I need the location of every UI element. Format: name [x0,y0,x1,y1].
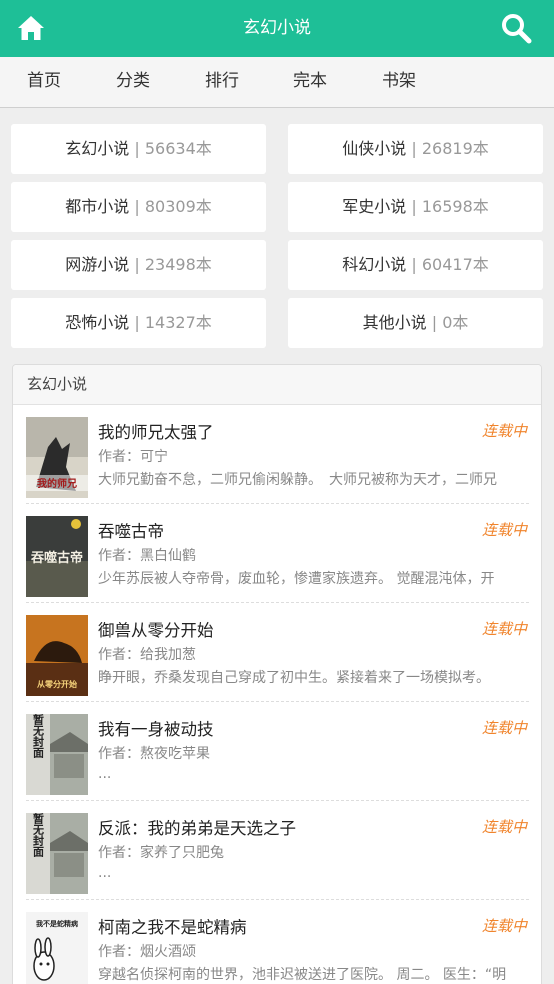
cover-title: 我不是蛇精病 [36,919,78,928]
cover-title: 暂无封面 [32,714,46,759]
section-title[interactable]: 玄幻小说 [13,365,541,405]
category-dushi[interactable]: 都市小说 | 80309本 [11,182,266,232]
book-title[interactable]: 柯南之我不是蛇精病 [98,914,247,938]
book-item[interactable]: 我不是蛇精病 柯南之我不是蛇精病 连载中 作者：烟火酒颂 穿越名侦探柯南的世界，… [26,900,529,984]
book-description: 少年苏辰被人夺帝骨，废血轮，惨遭家族遗弃。 觉醒混沌体，开 [98,571,495,587]
category-count: 23498本 [144,255,212,274]
category-count: 16598本 [421,197,489,216]
book-description: 穿越名侦探柯南的世界，池非迟被送进了医院。 周二。 医生：“明 [98,967,507,983]
book-title[interactable]: 吞噬古帝 [98,518,164,542]
nav-item-category[interactable]: 分类 [116,57,150,107]
category-separator: | [411,197,417,216]
search-icon[interactable] [500,12,532,44]
book-item[interactable]: 我的师兄 我的师兄太强了 连载中 作者：可宁 大师兄勤奋不怠，二师兄偷闲躲静。 … [26,405,529,504]
category-separator: | [134,197,140,216]
category-count: 14327本 [144,313,212,332]
book-description: 大师兄勤奋不怠，二师兄偷闲躲静。 大师兄被称为天才，二师兄 [98,472,497,488]
book-list-panel: 玄幻小说 我的师兄 我的师兄太强了 连载中 作者：可宁 大师兄勤奋不怠，二师兄偷… [12,364,542,984]
cover-title: 暂无封面 [32,813,46,858]
cover-title: 吞噬古帝 [31,550,83,566]
cover-title: 从零分开始 [37,679,77,689]
category-separator: | [134,139,140,158]
category-junshi[interactable]: 军史小说 | 16598本 [288,182,543,232]
category-kongbu[interactable]: 恐怖小说 | 14327本 [11,298,266,348]
book-author: 作者：可宁 [98,449,168,465]
book-author: 作者：给我加葱 [98,647,196,663]
category-name: 玄幻小说 [65,139,130,158]
category-xianxia[interactable]: 仙侠小说 | 26819本 [288,124,543,174]
book-title[interactable]: 我有一身被动技 [98,716,214,740]
book-cover[interactable]: 暂无封面 [26,714,88,795]
book-item[interactable]: 从零分开始 御兽从零分开始 连载中 作者：给我加葱 睁开眼，乔桑发现自己穿成了初… [26,603,529,702]
status-badge: 连载中 [481,917,527,935]
main-nav: 首页 分类 排行 完本 书架 [0,57,554,108]
book-description: ... [98,865,112,881]
book-item[interactable]: 吞噬古帝 吞噬古帝 连载中 作者：黑白仙鹤 少年苏辰被人夺帝骨，废血轮，惨遭家族… [26,504,529,603]
category-name: 其他小说 [362,313,427,332]
book-cover[interactable]: 从零分开始 [26,615,88,696]
nav-item-completed[interactable]: 完本 [293,57,327,107]
book-title[interactable]: 御兽从零分开始 [98,617,214,641]
book-cover[interactable]: 吞噬古帝 [26,516,88,597]
category-name: 恐怖小说 [65,313,130,332]
category-count: 80309本 [144,197,212,216]
category-qita[interactable]: 其他小说 | 0本 [288,298,543,348]
book-title[interactable]: 反派：我的弟弟是天选之子 [98,815,296,839]
category-xuanhuan[interactable]: 玄幻小说 | 56634本 [11,124,266,174]
book-cover[interactable]: 我不是蛇精病 [26,912,88,984]
category-separator: | [411,139,417,158]
category-kehuan[interactable]: 科幻小说 | 60417本 [288,240,543,290]
status-badge: 连载中 [481,719,527,737]
category-separator: | [134,255,140,274]
page-title: 玄幻小说 [243,18,311,38]
category-count: 60417本 [421,255,489,274]
category-count: 26819本 [421,139,489,158]
nav-item-bookshelf[interactable]: 书架 [382,57,416,107]
top-bar: 玄幻小说 [0,0,554,57]
category-separator: | [411,255,417,274]
book-author: 作者：黑白仙鹤 [98,548,196,564]
cover-title: 我的师兄 [37,477,77,490]
category-separator: | [431,313,438,332]
book-description: 睁开眼，乔桑发现自己穿成了初中生。紧接着来了一场模拟考。 [98,670,490,686]
category-name: 科幻小说 [342,255,407,274]
category-count: 56634本 [144,139,212,158]
book-cover[interactable]: 暂无封面 [26,813,88,894]
category-name: 军史小说 [342,197,407,216]
category-wangyou[interactable]: 网游小说 | 23498本 [11,240,266,290]
status-badge: 连载中 [481,620,527,638]
book-item[interactable]: 暂无封面 反派：我的弟弟是天选之子 连载中 作者：家养了只肥兔 ... [26,801,529,900]
status-badge: 连载中 [481,521,527,539]
category-name: 网游小说 [65,255,130,274]
book-item[interactable]: 暂无封面 我有一身被动技 连载中 作者：熬夜吃苹果 ... [26,702,529,801]
status-badge: 连载中 [481,818,527,836]
nav-item-ranking[interactable]: 排行 [205,57,239,107]
category-separator: | [134,313,140,332]
book-title[interactable]: 我的师兄太强了 [98,419,214,443]
book-cover[interactable]: 我的师兄 [26,417,88,498]
book-description: ... [98,766,112,782]
category-name: 都市小说 [65,197,130,216]
book-author: 作者：烟火酒颂 [98,944,196,960]
category-name: 仙侠小说 [342,139,407,158]
book-author: 作者：熬夜吃苹果 [98,746,210,762]
book-author: 作者：家养了只肥兔 [98,845,224,861]
category-count: 0本 [442,313,469,332]
nav-item-home[interactable]: 首页 [27,57,61,107]
status-badge: 连载中 [481,422,527,440]
